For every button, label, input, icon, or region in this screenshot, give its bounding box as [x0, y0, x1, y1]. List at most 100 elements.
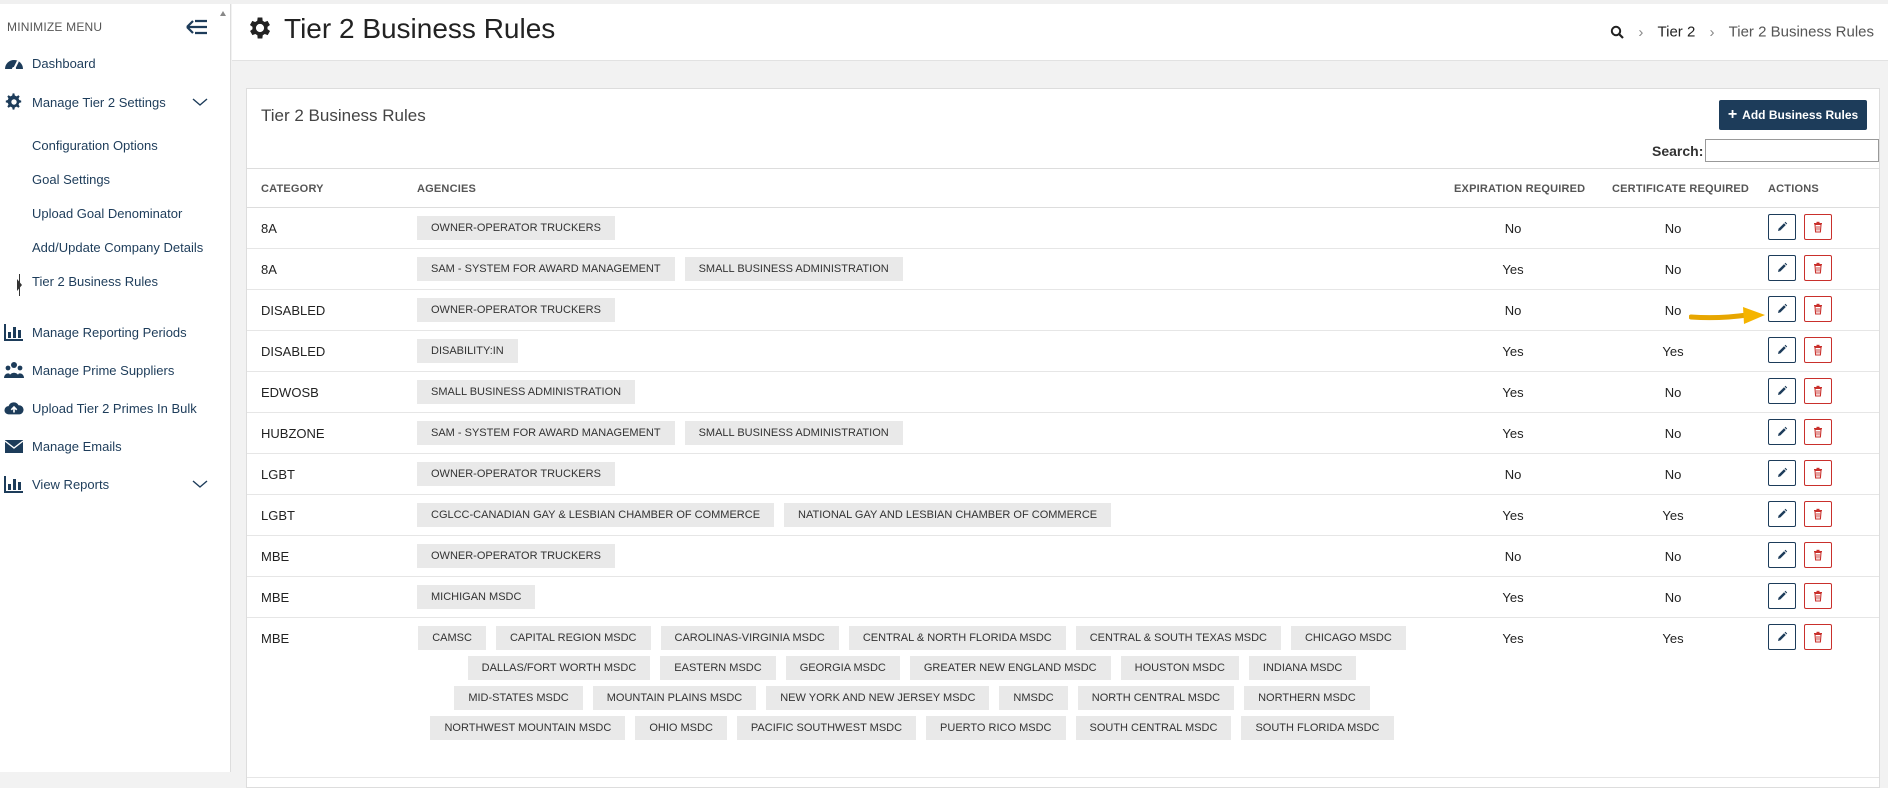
table-row: 8A OWNER-OPERATOR TRUCKERS No No [247, 208, 1879, 249]
trash-icon [1814, 508, 1822, 520]
breadcrumb: › Tier 2 › Tier 2 Business Rules [1610, 23, 1874, 41]
edit-rule-button[interactable] [1768, 583, 1796, 609]
trash-icon [1814, 467, 1822, 479]
pencil-icon [1778, 303, 1788, 313]
agency-tag: CENTRAL & NORTH FLORIDA MSDC [848, 626, 1066, 650]
agency-tag: SAM - SYSTEM FOR AWARD MANAGEMENT [417, 421, 675, 445]
column-header-certificate-required[interactable]: CERTIFICATE REQUIRED [1612, 183, 1749, 195]
pencil-icon [1778, 467, 1788, 477]
sidebar-subitem-goal-settings[interactable]: Goal Settings [32, 172, 110, 187]
envelope-icon [4, 440, 24, 453]
delete-rule-button[interactable] [1804, 255, 1832, 281]
table-row: MBE CAMSC CAPITAL REGION MSDC CAROLINAS-VIR… [247, 618, 1879, 778]
trash-icon [1814, 303, 1822, 315]
sidebar-subitem-configuration-options[interactable]: Configuration Options [32, 138, 158, 153]
pencil-icon [1778, 221, 1788, 231]
sidebar-item-manage-prime-suppliers[interactable]: Manage Prime Suppliers [0, 355, 230, 385]
expiration-required-cell: No [1504, 221, 1522, 236]
delete-rule-button[interactable] [1804, 337, 1832, 363]
delete-rule-button[interactable] [1804, 296, 1832, 322]
expiration-required-cell: Yes [1502, 344, 1524, 359]
column-header-category[interactable]: CATEGORY [261, 183, 324, 195]
chevron-down-icon[interactable] [192, 479, 208, 489]
table-row: HUBZONE SAM - SYSTEM FOR AWARD MANAGEMENT… [247, 413, 1879, 454]
category-cell: 8A [261, 262, 277, 277]
agencies-cell: CGLCC-CANADIAN GAY & LESBIAN CHAMBER OF … [417, 503, 1407, 527]
trash-icon [1814, 344, 1822, 356]
category-cell: LGBT [261, 508, 295, 523]
breadcrumb-link-tier2[interactable]: Tier 2 [1658, 24, 1696, 41]
expiration-required-cell: Yes [1502, 385, 1524, 400]
minimize-menu[interactable]: MINIMIZE MENU [7, 18, 207, 38]
edit-rule-button[interactable] [1768, 255, 1796, 281]
sidebar-item-dashboard[interactable]: Dashboard [0, 48, 230, 78]
sidebar-item-label: Dashboard [32, 56, 96, 71]
breadcrumb-separator: › [1638, 23, 1644, 41]
agencies-cell: OWNER-OPERATOR TRUCKERS [417, 462, 1407, 486]
table-header: CATEGORY AGENCIES EXPIRATION REQUIRED CE… [247, 168, 1879, 208]
expiration-required-cell: Yes [1502, 590, 1524, 605]
agency-tag: EASTERN MSDC [660, 656, 776, 680]
edit-rule-button[interactable] [1768, 624, 1796, 650]
sidebar: MINIMIZE MENU Dashboard Manage Tier 2 Se… [0, 4, 231, 772]
edit-rule-button[interactable] [1768, 214, 1796, 240]
sidebar-scroll-up[interactable] [220, 8, 226, 22]
column-header-agencies[interactable]: AGENCIES [417, 183, 476, 195]
agency-tag: CGLCC-CANADIAN GAY & LESBIAN CHAMBER OF … [417, 503, 775, 527]
edit-rule-button[interactable] [1768, 378, 1796, 404]
sidebar-item-manage-emails[interactable]: Manage Emails [0, 431, 230, 461]
expiration-required-cell: Yes [1502, 262, 1524, 277]
pencil-icon [1778, 549, 1788, 559]
edit-rule-button[interactable] [1768, 419, 1796, 445]
search-icon[interactable] [1610, 25, 1624, 39]
delete-rule-button[interactable] [1804, 624, 1832, 650]
certificate-required-cell: Yes [1662, 508, 1684, 523]
column-header-expiration-required[interactable]: EXPIRATION REQUIRED [1454, 183, 1585, 195]
delete-rule-button[interactable] [1804, 501, 1832, 527]
sidebar-item-view-reports[interactable]: View Reports [0, 469, 230, 499]
sidebar-item-manage-tier2-settings[interactable]: Manage Tier 2 Settings [0, 87, 230, 117]
agency-tag: SOUTH CENTRAL MSDC [1075, 716, 1232, 740]
card-title: Tier 2 Business Rules [261, 106, 426, 125]
delete-rule-button[interactable] [1804, 583, 1832, 609]
edit-rule-button[interactable] [1768, 296, 1796, 322]
sidebar-subitem-add-update-company[interactable]: Add/Update Company Details [32, 240, 203, 255]
edit-rule-button[interactable] [1768, 542, 1796, 568]
expiration-required-cell: Yes [1502, 631, 1524, 646]
certificate-required-cell: No [1664, 426, 1682, 441]
search-input[interactable] [1705, 139, 1879, 162]
sidebar-item-upload-tier2-primes[interactable]: Upload Tier 2 Primes In Bulk [0, 393, 230, 423]
delete-rule-button[interactable] [1804, 419, 1832, 445]
table-row: DISABLED DISABILITY:IN Yes Yes [247, 331, 1879, 372]
delete-rule-button[interactable] [1804, 214, 1832, 240]
business-rules-card: Tier 2 Business Rules + Add Business Rul… [246, 88, 1880, 788]
delete-rule-button[interactable] [1804, 378, 1832, 404]
certificate-required-cell: No [1664, 262, 1682, 277]
delete-rule-button[interactable] [1804, 460, 1832, 486]
add-business-rules-button[interactable]: + Add Business Rules [1719, 100, 1867, 130]
category-cell: EDWOSB [261, 385, 319, 400]
agency-tag: NATIONAL GAY AND LESBIAN CHAMBER OF COMM… [784, 503, 1112, 527]
agency-tag: OHIO MSDC [635, 716, 727, 740]
collapse-menu-icon[interactable] [185, 17, 209, 37]
pencil-icon [1778, 426, 1788, 436]
chevron-down-icon[interactable] [192, 97, 208, 107]
sidebar-subitem-upload-goal-denominator[interactable]: Upload Goal Denominator [32, 206, 182, 221]
edit-rule-button[interactable] [1768, 501, 1796, 527]
sidebar-subitem-tier2-business-rules[interactable]: Tier 2 Business Rules [32, 274, 158, 289]
agency-tag: SMALL BUSINESS ADMINISTRATION [684, 421, 903, 445]
plus-icon: + [1727, 106, 1738, 123]
edit-rule-button[interactable] [1768, 460, 1796, 486]
page-header: Tier 2 Business Rules › Tier 2 › Tier 2 … [232, 4, 1888, 61]
sidebar-item-label: View Reports [32, 477, 110, 492]
agency-tag: NEW YORK AND NEW JERSEY MSDC [766, 686, 990, 710]
trash-icon [1814, 385, 1822, 397]
agency-tag: NMSDC [999, 686, 1068, 710]
agencies-cell: SAM - SYSTEM FOR AWARD MANAGEMENT SMALL B… [417, 257, 1407, 281]
edit-rule-button[interactable] [1768, 337, 1796, 363]
category-cell: MBE [261, 549, 290, 564]
sidebar-item-label: Manage Reporting Periods [32, 325, 187, 340]
sidebar-item-manage-reporting-periods[interactable]: Manage Reporting Periods [0, 317, 230, 347]
expiration-required-cell: No [1504, 467, 1522, 482]
delete-rule-button[interactable] [1804, 542, 1832, 568]
